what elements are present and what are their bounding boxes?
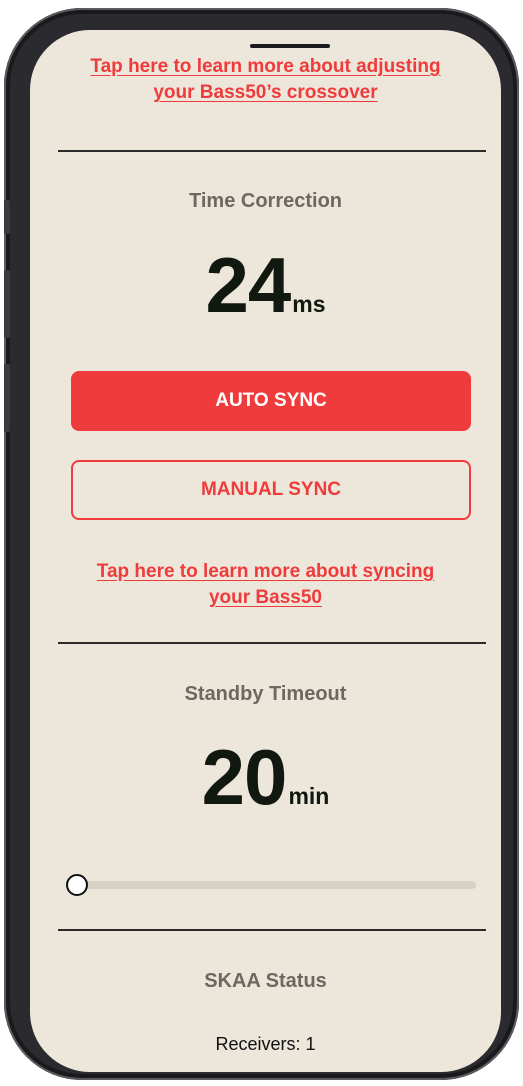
skaa-status-title: SKAA Status	[204, 970, 327, 992]
crossover-help-link-line2: your Bass50’s crossover	[153, 82, 378, 103]
time-correction-unit: ms	[292, 291, 326, 317]
sync-help-link-line1: Tap here to learn more about syncing	[96, 561, 435, 582]
notch	[250, 44, 330, 48]
time-correction-value: 24ms	[30, 240, 501, 331]
slider-track[interactable]	[66, 881, 476, 889]
divider	[58, 642, 486, 644]
slider-thumb[interactable]	[66, 874, 88, 896]
standby-timeout-title: Standby Timeout	[184, 683, 347, 705]
side-button	[4, 364, 10, 432]
time-correction-title: Time Correction	[189, 190, 342, 212]
standby-timeout-value: 20min	[30, 732, 501, 823]
sync-help-link[interactable]: Tap here to learn more about syncing you…	[70, 559, 461, 611]
sync-help-link-line2: your Bass50	[208, 587, 322, 608]
standby-timeout-unit: min	[288, 783, 330, 809]
phone-frame: Tap here to learn more about adjusting y…	[4, 8, 519, 1080]
time-correction-number: 24	[205, 241, 291, 329]
crossover-help-link[interactable]: Tap here to learn more about adjusting y…	[70, 54, 461, 106]
receivers-count: Receivers: 1	[215, 1034, 316, 1054]
standby-timeout-slider[interactable]	[66, 872, 476, 898]
side-button	[4, 200, 10, 234]
side-button	[4, 270, 10, 338]
manual-sync-button[interactable]: MANUAL SYNC	[71, 460, 471, 520]
app-screen: Tap here to learn more about adjusting y…	[30, 30, 501, 1072]
auto-sync-button[interactable]: AUTO SYNC	[71, 371, 471, 431]
standby-timeout-number: 20	[201, 733, 288, 821]
divider	[58, 929, 486, 931]
crossover-help-link-line1: Tap here to learn more about adjusting	[90, 56, 441, 77]
divider	[58, 150, 486, 152]
